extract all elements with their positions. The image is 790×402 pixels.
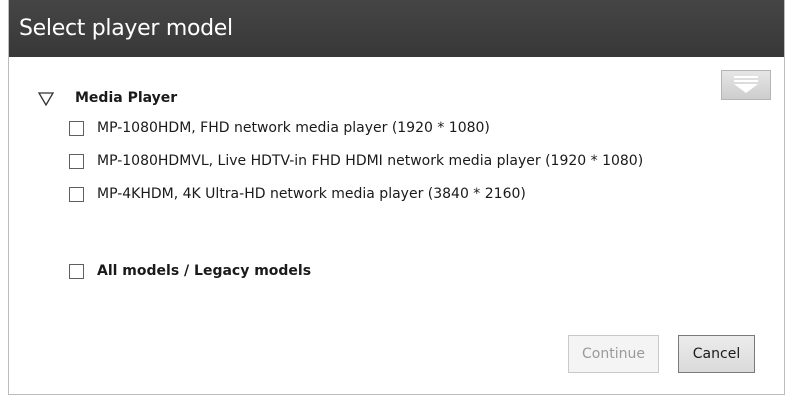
model-option-label: MP-4KHDM, 4K Ultra-HD network media play… <box>97 186 526 202</box>
tree-expand-toggle[interactable] <box>37 91 55 107</box>
cancel-button[interactable]: Cancel <box>678 335 755 373</box>
all-models-option[interactable]: All models / Legacy models <box>69 261 311 281</box>
checkbox[interactable] <box>69 153 84 169</box>
model-option-mp-4khdm[interactable]: MP-4KHDM, 4K Ultra-HD network media play… <box>69 184 526 204</box>
model-option-mp-1080hdmvl[interactable]: MP-1080HDMVL, Live HDTV-in FHD HDMI netw… <box>69 151 643 171</box>
checkbox[interactable] <box>69 186 84 202</box>
dropdown-menu-icon <box>734 76 758 93</box>
all-models-label: All models / Legacy models <box>97 263 312 279</box>
checkbox[interactable] <box>69 120 84 136</box>
model-option-label: MP-1080HDM, FHD network media player (19… <box>97 120 490 136</box>
model-option-mp-1080hdm[interactable]: MP-1080HDM, FHD network media player (19… <box>69 118 490 138</box>
dropdown-menu-button[interactable] <box>721 70 771 100</box>
media-player-group-label: Media Player <box>75 90 178 106</box>
triangle-down-icon <box>37 92 55 107</box>
select-player-model-dialog: Select player model Media Player MP-1080… <box>8 0 785 395</box>
checkbox[interactable] <box>69 263 84 279</box>
dialog-title: Select player model <box>9 0 784 57</box>
continue-button[interactable]: Continue <box>568 335 659 373</box>
model-option-label: MP-1080HDMVL, Live HDTV-in FHD HDMI netw… <box>97 153 644 169</box>
